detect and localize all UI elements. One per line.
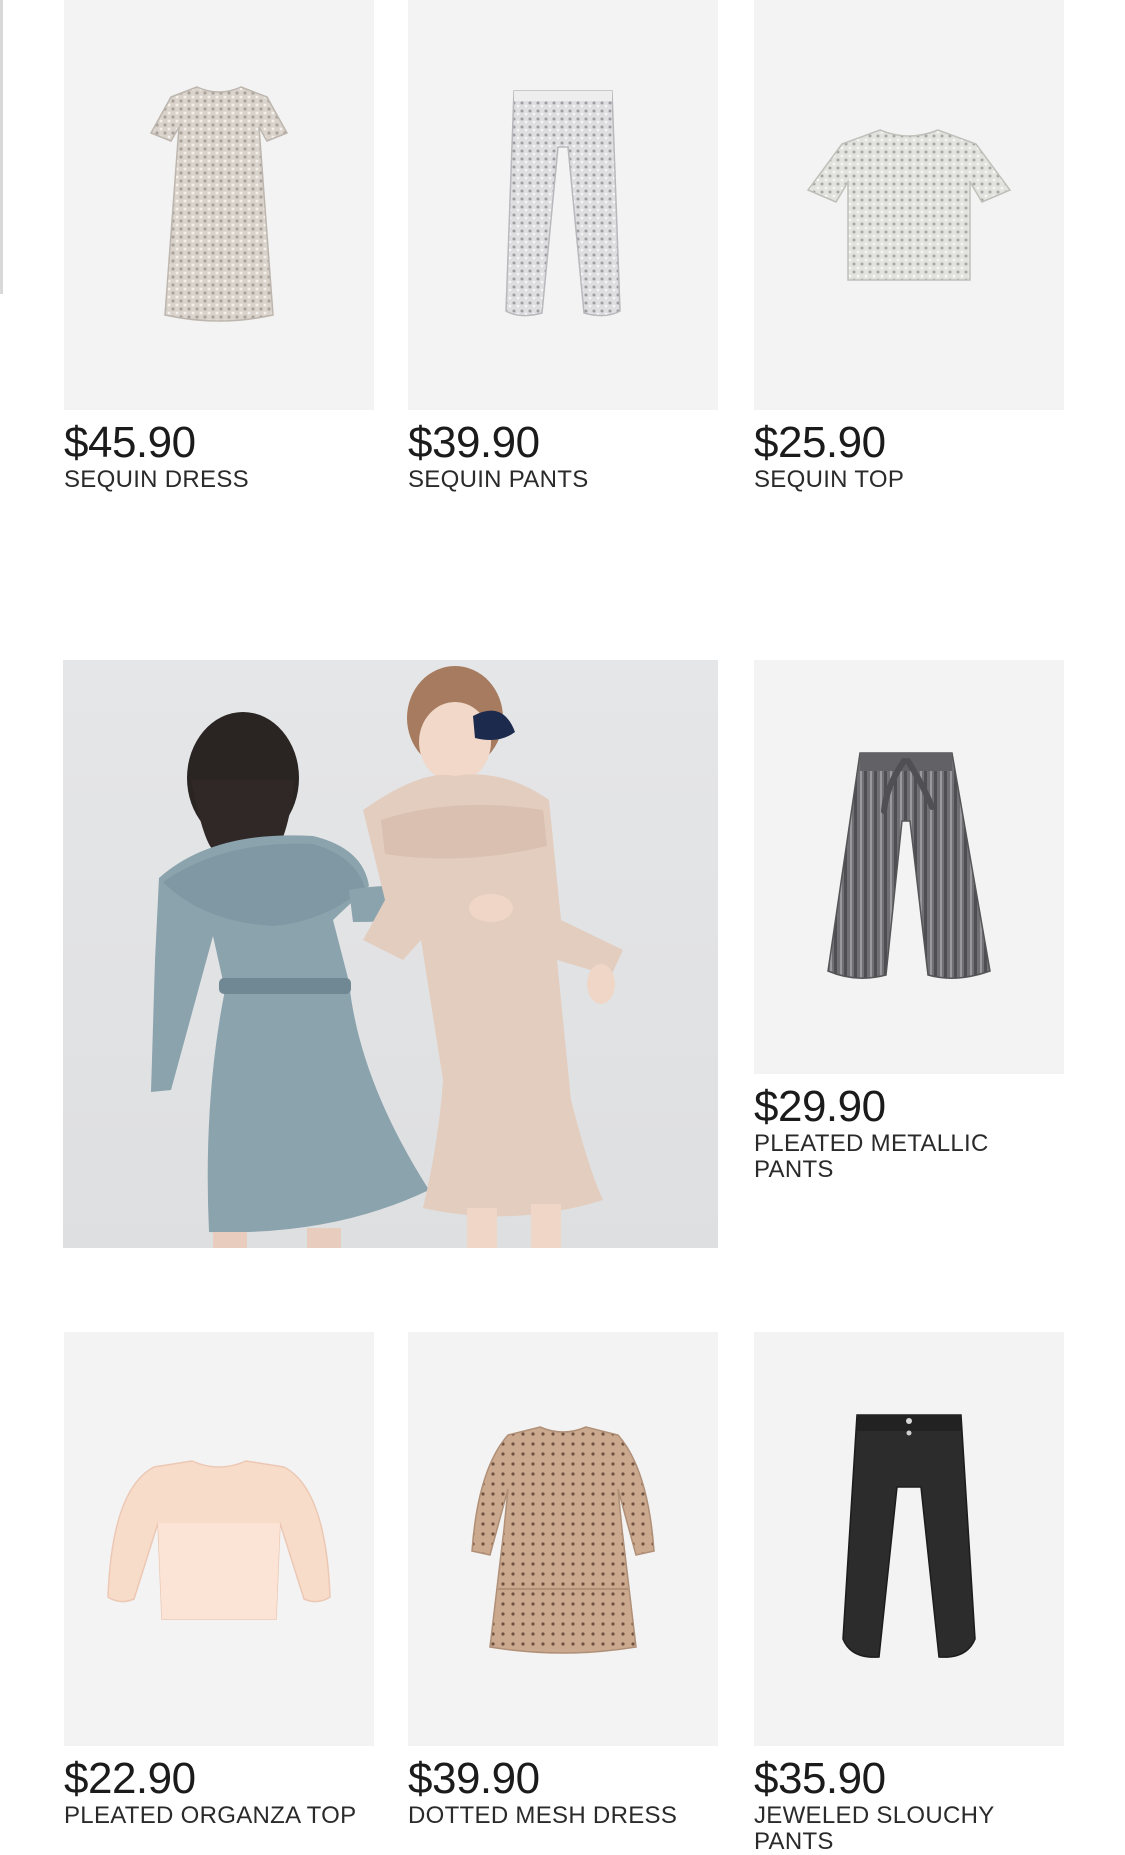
product-price: $25.90 <box>754 418 886 467</box>
product-card-sequin-pants[interactable]: $39.90 SEQUIN PANTS <box>408 0 718 493</box>
product-name[interactable]: DOTTED MESH DRESS <box>408 1803 718 1829</box>
product-card-sequin-dress[interactable]: $45.90 SEQUIN DRESS <box>64 0 374 493</box>
slouchy-pants-icon <box>842 1414 976 1658</box>
sequin-pants-icon <box>505 90 621 317</box>
product-image[interactable] <box>408 0 718 410</box>
product-price: $39.90 <box>408 1754 540 1803</box>
sequin-dress-icon <box>149 86 289 322</box>
product-name[interactable]: SEQUIN PANTS <box>408 467 718 493</box>
product-card-pleated-organza-top[interactable]: $22.90 PLEATED ORGANZA TOP <box>64 1332 374 1829</box>
dotted-dress-icon <box>471 1426 655 1654</box>
product-name[interactable]: JEWELED SLOUCHY PANTS <box>754 1803 1064 1855</box>
scroll-edge-indicator <box>0 0 3 294</box>
product-image[interactable] <box>408 1332 718 1746</box>
product-name[interactable]: PLEATED METALLIC PANTS <box>754 1131 1064 1183</box>
product-name[interactable]: SEQUIN TOP <box>754 467 1064 493</box>
product-name[interactable]: SEQUIN DRESS <box>64 467 374 493</box>
product-name[interactable]: PLEATED ORGANZA TOP <box>64 1803 374 1829</box>
campaign-photo-icon <box>151 666 623 1248</box>
product-grid-page: $45.90 SEQUIN DRESS $39.90 SEQUIN PANTS <box>0 0 1125 1855</box>
product-card-sequin-top[interactable]: $25.90 SEQUIN TOP <box>754 0 1064 493</box>
product-price: $35.90 <box>754 1754 886 1803</box>
product-card-dotted-mesh-dress[interactable]: $39.90 DOTTED MESH DRESS <box>408 1332 718 1829</box>
product-price: $45.90 <box>64 418 196 467</box>
product-image[interactable] <box>64 1332 374 1746</box>
product-card-jeweled-slouchy-pants[interactable]: $35.90 JEWELED SLOUCHY PANTS <box>754 1332 1064 1855</box>
campaign-photo[interactable] <box>63 660 718 1248</box>
product-price: $29.90 <box>754 1082 886 1131</box>
pleated-pants-icon <box>827 752 991 979</box>
product-image[interactable] <box>754 1332 1064 1746</box>
product-card-pleated-metallic-pants[interactable]: $29.90 PLEATED METALLIC PANTS <box>754 660 1064 1183</box>
product-image[interactable] <box>754 0 1064 410</box>
product-price: $22.90 <box>64 1754 196 1803</box>
organza-top-icon <box>107 1460 331 1620</box>
sequin-top-icon <box>806 129 1012 281</box>
product-image[interactable] <box>754 660 1064 1074</box>
product-price: $39.90 <box>408 418 540 467</box>
product-image[interactable] <box>64 0 374 410</box>
